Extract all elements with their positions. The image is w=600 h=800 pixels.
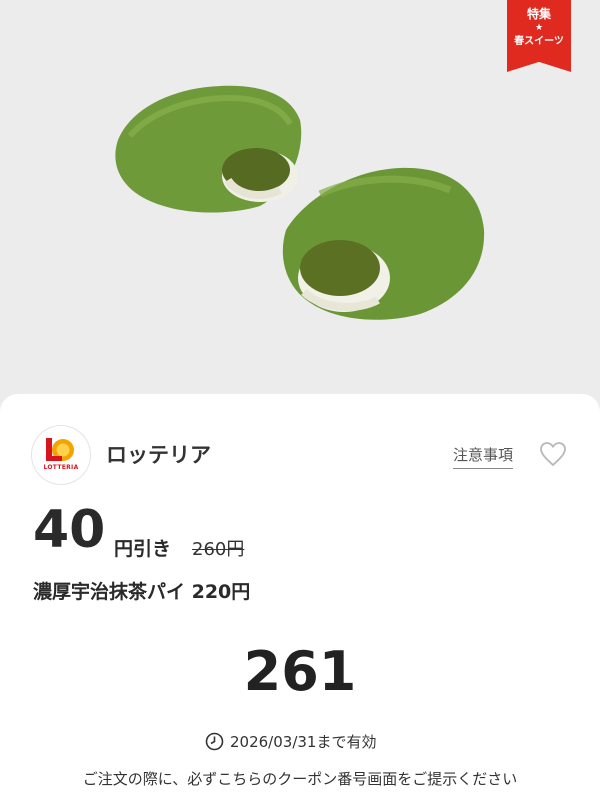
coupon-instructions: ご注文の際に、必ずこちらのクーポン番号画面をご提示ください bbox=[82, 770, 518, 788]
validity-row: 2026/03/31まで有効 bbox=[205, 731, 376, 752]
brand-name: ロッテリア bbox=[106, 443, 211, 467]
discount-unit: 円引き bbox=[114, 538, 172, 560]
badge-subtitle: 春スイーツ bbox=[514, 36, 564, 47]
matcha-pie-image-right bbox=[282, 167, 485, 320]
badge-title: 特集 bbox=[526, 7, 551, 21]
discount-amount: 40 bbox=[33, 500, 106, 560]
heart-icon[interactable] bbox=[539, 441, 567, 467]
badge-star-icon: ★ bbox=[534, 23, 544, 33]
notice-link[interactable]: 注意事項 bbox=[453, 444, 514, 469]
product-name: 濃厚宇治抹茶パイ 220円 bbox=[33, 581, 251, 603]
validity-text: 2026/03/31まで有効 bbox=[230, 733, 377, 751]
brand-logo-text: LOTTERIA bbox=[43, 464, 79, 471]
clock-icon bbox=[205, 732, 224, 751]
special-feature-badge[interactable]: 特集 ★ 春スイーツ bbox=[507, 0, 571, 72]
brand-logo bbox=[32, 426, 90, 484]
original-price: 260円 bbox=[192, 539, 245, 560]
coupon-number: 261 bbox=[243, 640, 357, 703]
